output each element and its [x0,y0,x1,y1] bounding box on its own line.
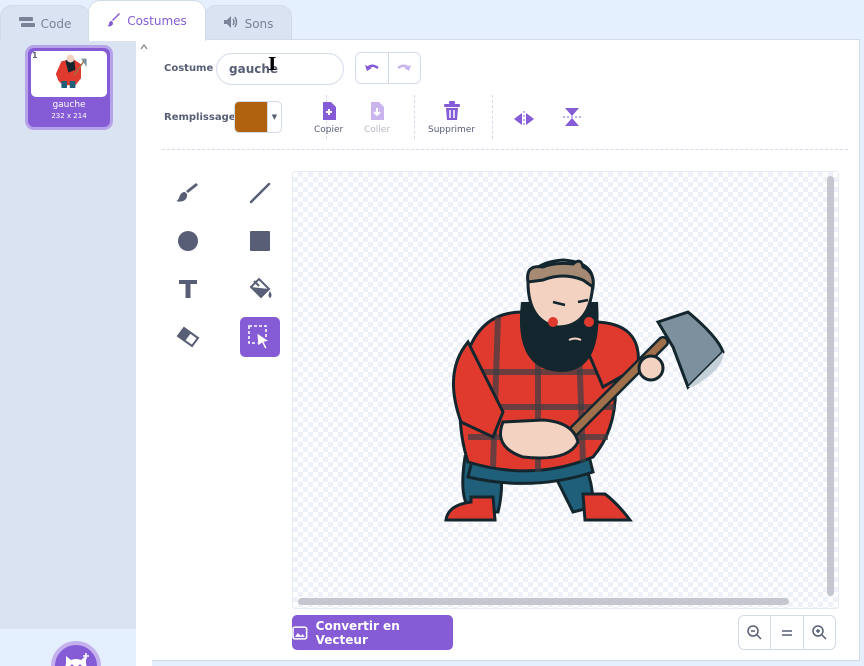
chevron-down-icon: ▼ [267,102,281,132]
text-cursor-icon: I [268,54,277,75]
text-tool[interactable] [168,269,208,309]
flip-horizontal-icon [512,108,536,130]
undo-icon [364,64,379,71]
fill-tool[interactable] [240,269,280,309]
toolbar-divider [414,95,415,139]
bottom-edge [152,661,864,666]
zoom-reset-button[interactable] [771,616,804,649]
tab-costumes-label: Costumes [127,14,187,28]
lumberjack-image [444,258,725,522]
convert-to-vector-button[interactable]: Convertir en Vecteur [292,615,453,650]
editor-tabs: Code Costumes Sons [0,0,864,41]
trash-icon [440,100,464,122]
tab-sons-label: Sons [244,16,274,31]
code-icon [18,16,35,31]
zoom-controls [738,615,836,650]
redo-icon [397,64,412,71]
convert-label: Convertir en Vecteur [315,618,400,647]
scroll-up-icon[interactable] [140,43,148,52]
toolbar-divider [492,95,493,139]
flip-horizontal-button[interactable] [512,108,536,130]
rectangle-tool[interactable] [240,221,280,261]
costume-name-label: Costume [164,63,214,74]
eraser-icon [176,326,200,348]
select-icon [248,325,271,349]
toolbar-separator [162,149,848,150]
costume-number: 1 [32,51,38,60]
flip-vertical-icon [560,106,584,128]
tab-code-label: Code [40,16,72,31]
costume-list: 1 gauche 232 x 214 [0,39,136,629]
undo-redo-group [355,52,421,84]
image-icon [292,625,308,640]
paste-label: Coller [364,125,391,135]
copy-button[interactable]: Copier [314,100,343,135]
fill-color-picker[interactable]: ▼ [234,101,282,133]
brush-icon [107,12,121,30]
rectangle-icon [250,231,270,251]
zoom-out-icon [747,625,762,640]
delete-label: Supprimer [428,125,476,135]
fill-color-swatch [235,102,267,132]
circle-tool[interactable] [168,221,208,261]
circle-icon [178,231,198,251]
text-icon [179,280,197,298]
tab-costumes[interactable]: Costumes [88,0,206,41]
costume-item[interactable]: 1 gauche 232 x 214 [25,45,113,130]
tab-code[interactable]: Code [0,5,90,41]
copy-label: Copier [314,125,344,135]
speaker-icon [223,15,239,32]
zoom-in-button[interactable] [804,616,835,649]
delete-button[interactable]: Supprimer [428,100,475,135]
line-icon [249,182,271,204]
select-tool[interactable] [240,317,280,357]
eraser-tool[interactable] [168,317,208,357]
costume-thumbnail [31,51,107,97]
costume-item-name: gauche [52,100,86,110]
costume-item-size: 232 x 214 [51,112,87,120]
tab-sons[interactable]: Sons [204,5,292,41]
costume-name-input[interactable]: gauche [216,53,344,85]
fill-label: Remplissage [164,112,236,123]
line-tool[interactable] [240,173,280,213]
costume-list-scrollbar[interactable] [136,39,152,666]
canvas-horizontal-scrollbar[interactable] [298,598,789,605]
canvas-vertical-scrollbar[interactable] [827,176,834,596]
zoom-out-button[interactable] [739,616,772,649]
costume-list-pane: 1 gauche 232 x 214 [0,39,152,666]
flip-vertical-button[interactable] [560,106,584,128]
paint-canvas[interactable] [292,171,839,609]
paste-icon [365,100,389,122]
fill-icon [249,277,272,299]
cat-icon [65,653,89,666]
brush-tool[interactable] [168,173,208,213]
zoom-in-icon [812,625,827,640]
brush-icon [176,183,198,202]
paste-button[interactable]: Coller [364,100,390,135]
redo-button[interactable] [389,53,421,83]
zoom-reset-icon [781,629,792,636]
copy-icon [317,100,341,122]
paint-editor: Costume gauche I Remplissage ▼ Copier Co… [152,39,860,661]
undo-button[interactable] [356,53,389,83]
